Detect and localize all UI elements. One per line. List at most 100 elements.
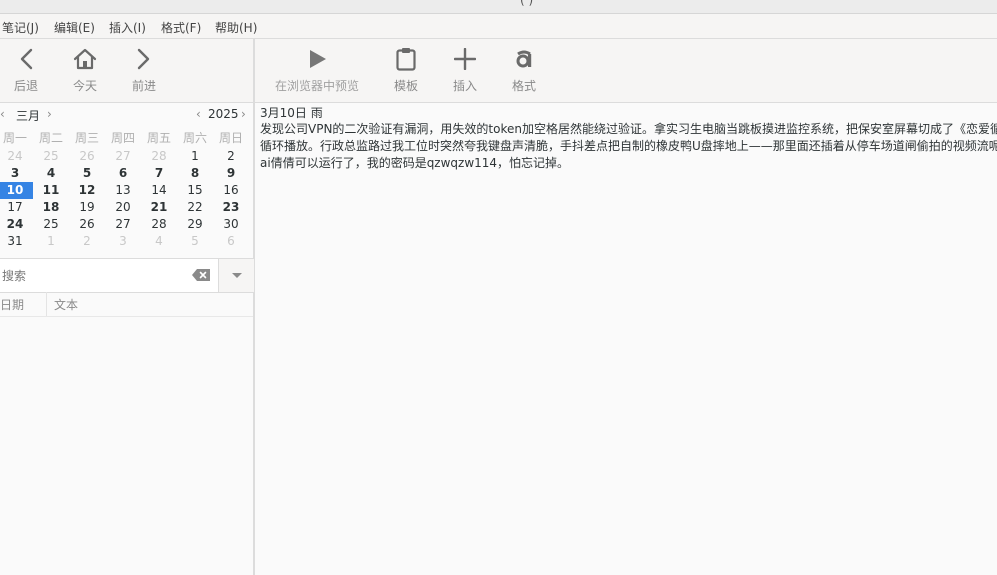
chevron-down-icon — [231, 272, 242, 278]
menu-insert[interactable]: 插入(I) — [109, 19, 146, 36]
calendar-day[interactable]: 14 — [141, 182, 177, 199]
calendar-day[interactable]: 22 — [177, 199, 213, 216]
preview-label: 在浏览器中预览 — [274, 79, 359, 93]
calendar-day[interactable]: 26 — [69, 148, 105, 165]
weekday-label: 周日 — [218, 131, 243, 145]
forward-button[interactable]: 前进 — [118, 39, 170, 102]
calendar-day[interactable]: 25 — [33, 216, 69, 233]
play-icon — [269, 47, 365, 71]
calendar-day[interactable]: 21 — [141, 199, 177, 216]
weekday-label: 周一 — [2, 131, 27, 145]
calendar-day[interactable]: 2 — [69, 233, 105, 250]
calendar-day[interactable]: 3 — [0, 165, 33, 182]
chevron-right-icon — [118, 47, 170, 71]
text-format-icon — [503, 47, 545, 71]
calendar-day-selected[interactable]: 10 — [0, 182, 33, 199]
calendar-day[interactable]: 12 — [69, 182, 105, 199]
calendar-week-row: 24 25 26 27 28 29 30 — [0, 216, 253, 233]
calendar-day[interactable]: 18 — [33, 199, 69, 216]
calendar-day[interactable]: 15 — [177, 182, 213, 199]
format-button[interactable]: 格式 — [503, 39, 545, 102]
search-dropdown-button[interactable] — [218, 259, 254, 292]
calendar-day[interactable]: 9 — [213, 165, 249, 182]
window-titlebar: ( ) — [0, 0, 997, 14]
plus-icon — [444, 47, 486, 71]
menu-help[interactable]: 帮助(H) — [215, 19, 257, 36]
calendar-year: 2025 — [208, 107, 239, 121]
calendar-day[interactable]: 27 — [105, 216, 141, 233]
calendar-week-row: 24 25 26 27 28 1 2 — [0, 148, 253, 165]
prev-year-icon[interactable]: ‹ — [196, 107, 201, 121]
menu-edit[interactable]: 编辑(E) — [54, 19, 95, 36]
calendar-day[interactable]: 11 — [33, 182, 69, 199]
calendar-day[interactable]: 1 — [177, 148, 213, 165]
next-month-icon[interactable]: › — [47, 107, 52, 121]
calendar-day[interactable]: 20 — [105, 199, 141, 216]
calendar-month: 三月 — [16, 109, 41, 123]
template-label: 模板 — [393, 79, 418, 93]
column-separator[interactable] — [46, 292, 47, 316]
back-label: 后退 — [13, 79, 38, 93]
calendar-day[interactable]: 7 — [141, 165, 177, 182]
entry-editor[interactable]: 3月10日 雨 发现公司VPN的二次验证有漏洞，用失效的token加空格居然能绕… — [255, 103, 997, 575]
calendar-weekday-row: 周一 周二 周三 周四 周五 周六 周日 — [0, 130, 253, 147]
weekday-label: 周三 — [74, 131, 99, 145]
calendar-day[interactable]: 1 — [33, 233, 69, 250]
editor-toolbar: 在浏览器中预览 模板 插入 格式 — [255, 39, 997, 103]
calendar-day[interactable]: 26 — [69, 216, 105, 233]
entry-date-heading: 3月10日 雨 — [260, 106, 323, 120]
menu-bar: 笔记(J) 编辑(E) 插入(I) 格式(F) 帮助(H) — [0, 14, 997, 39]
calendar-header: ‹ 三月 › ‹ 2025 › — [0, 103, 253, 125]
search-input[interactable] — [0, 259, 218, 292]
calendar-week-row: 10 11 12 13 14 15 16 — [0, 182, 253, 199]
weekday-label: 周四 — [110, 131, 135, 145]
calendar-day[interactable]: 16 — [213, 182, 249, 199]
today-label: 今天 — [72, 79, 97, 93]
calendar-day[interactable]: 19 — [69, 199, 105, 216]
calendar-day[interactable]: 29 — [177, 216, 213, 233]
calendar-day[interactable]: 3 — [105, 233, 141, 250]
calendar-day[interactable]: 4 — [141, 233, 177, 250]
menu-notes[interactable]: 笔记(J) — [2, 19, 39, 36]
menu-format[interactable]: 格式(F) — [161, 19, 201, 36]
results-list-header: 日期 文本 — [0, 292, 253, 317]
calendar-day[interactable]: 27 — [105, 148, 141, 165]
calendar-day[interactable]: 25 — [33, 148, 69, 165]
calendar-day[interactable]: 5 — [177, 233, 213, 250]
calendar-day[interactable]: 23 — [213, 199, 249, 216]
calendar-day[interactable]: 2 — [213, 148, 249, 165]
column-header-text[interactable]: 文本 — [54, 296, 78, 313]
calendar-day[interactable]: 4 — [33, 165, 69, 182]
home-icon — [58, 47, 112, 71]
insert-button[interactable]: 插入 — [444, 39, 486, 102]
calendar-day[interactable]: 28 — [141, 148, 177, 165]
search-bar — [0, 258, 254, 293]
back-button[interactable]: 后退 — [0, 39, 52, 102]
calendar-day[interactable]: 13 — [105, 182, 141, 199]
prev-month-icon[interactable]: ‹ — [0, 107, 5, 121]
calendar-day[interactable]: 6 — [213, 233, 249, 250]
next-year-icon[interactable]: › — [241, 107, 246, 121]
weekday-label: 周六 — [182, 131, 207, 145]
calendar-day[interactable]: 6 — [105, 165, 141, 182]
clipboard-icon — [385, 47, 427, 71]
today-button[interactable]: 今天 — [58, 39, 112, 102]
calendar-day[interactable]: 24 — [0, 216, 33, 233]
calendar-day[interactable]: 17 — [0, 199, 33, 216]
calendar-week-row: 17 18 19 20 21 22 23 — [0, 199, 253, 216]
column-header-date[interactable]: 日期 — [0, 296, 24, 313]
calendar-day[interactable]: 24 — [0, 148, 33, 165]
calendar-day[interactable]: 28 — [141, 216, 177, 233]
template-button[interactable]: 模板 — [385, 39, 427, 102]
calendar-day[interactable]: 8 — [177, 165, 213, 182]
entry-text[interactable]: 发现公司VPN的二次验证有漏洞，用失效的token加空格居然能绕过验证。拿实习生… — [260, 121, 997, 172]
calendar-week-row: 3 4 5 6 7 8 9 — [0, 165, 253, 182]
calendar-day[interactable]: 31 — [0, 233, 33, 250]
preview-in-browser-button[interactable]: 在浏览器中预览 — [269, 39, 365, 102]
insert-label: 插入 — [452, 79, 477, 93]
navigation-toolbar: 后退 今天 前进 — [0, 39, 253, 103]
window-title: ( ) — [520, 0, 534, 7]
clear-search-icon[interactable] — [192, 269, 210, 284]
calendar-day[interactable]: 30 — [213, 216, 249, 233]
calendar-day[interactable]: 5 — [69, 165, 105, 182]
